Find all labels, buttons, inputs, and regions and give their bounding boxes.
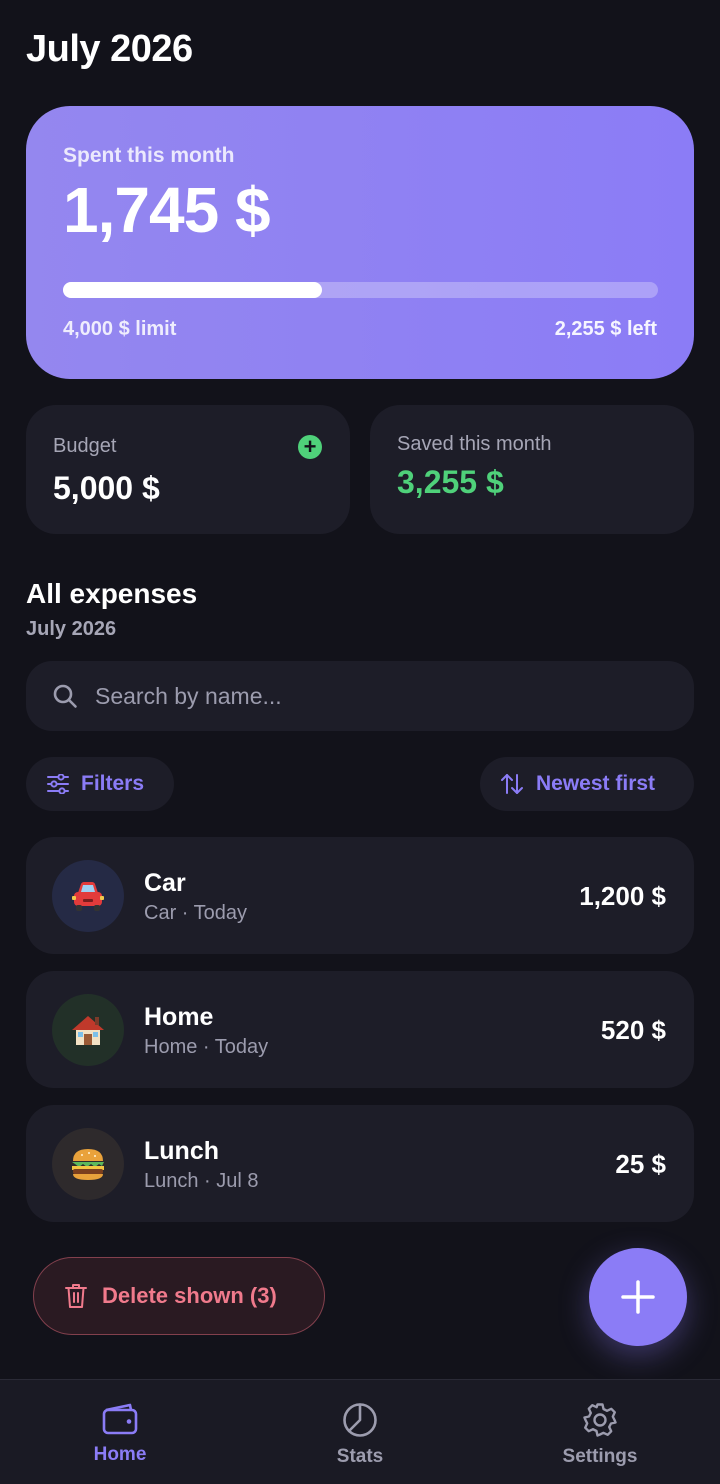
nav-stats-label: Stats [336,1446,384,1467]
budget-label: Budget [53,435,117,457]
expense-name: Home [144,1003,214,1031]
expense-item-car[interactable]: Car Car · Today 1,200 $ [26,837,694,954]
gear-icon [583,1403,617,1437]
saved-card: Saved this month 3,255 $ [370,405,694,534]
expense-item-home[interactable]: Home Home · Today 520 $ [26,971,694,1088]
trash-icon [65,1284,87,1308]
sort-arrows-icon [501,774,523,794]
spend-label: Spent this month [63,144,235,167]
wallet-icon [102,1403,138,1435]
nav-home[interactable]: Home [0,1380,240,1484]
expense-meta: Home · Today [144,1036,269,1058]
section-title: All expenses [26,578,198,609]
plus-circle-icon[interactable]: + [298,435,322,459]
expense-amount: 520 $ [600,1015,666,1045]
spend-card: Spent this month 1,745 $ 4,000 $ limit 2… [26,106,694,379]
delete-label: Delete shown (3) [102,1283,277,1308]
car-icon [52,860,124,932]
budget-value: 5,000 $ [53,470,160,506]
section-subtitle: July 2026 [26,618,117,640]
expense-item-lunch[interactable]: Lunch Lunch · Jul 8 25 $ [26,1105,694,1222]
saved-label: Saved this month [397,433,552,455]
sliders-icon [47,774,69,794]
plus-icon [621,1280,655,1314]
add-expense-button[interactable] [589,1248,687,1346]
bottom-nav: Home Stats Settings [0,1379,720,1484]
expense-meta: Car · Today [144,902,248,924]
spend-progress-bar [63,282,658,298]
expense-name: Car [144,869,186,897]
spend-progress-fill [63,282,323,298]
page-title: July 2026 [26,28,193,70]
delete-shown-button[interactable]: Delete shown (3) [33,1257,325,1335]
expense-amount: 1,200 $ [579,881,666,911]
expense-name: Lunch [144,1137,219,1165]
expense-amount: 25 $ [615,1149,666,1179]
house-icon [52,994,124,1066]
nav-settings[interactable]: Settings [480,1380,720,1484]
sort-label: Newest first [536,772,656,795]
budget-card[interactable]: Budget 5,000 $ + [26,405,350,534]
sort-button[interactable]: Newest first [480,757,694,811]
left-text: 2,255 $ left [554,318,657,340]
search-icon [53,684,77,708]
spend-amount: 1,745 $ [63,174,271,246]
nav-home-label: Home [93,1444,147,1465]
saved-value: 3,255 $ [397,464,504,500]
pie-chart-icon [343,1403,377,1437]
nav-settings-label: Settings [562,1446,638,1467]
nav-stats[interactable]: Stats [240,1380,480,1484]
filters-button[interactable]: Filters [26,757,174,811]
filters-label: Filters [81,772,145,795]
search-bar[interactable] [26,661,694,731]
search-input[interactable] [95,682,635,710]
expense-meta: Lunch · Jul 8 [144,1170,259,1192]
limit-text: 4,000 $ limit [63,318,177,340]
burger-icon [52,1128,124,1200]
